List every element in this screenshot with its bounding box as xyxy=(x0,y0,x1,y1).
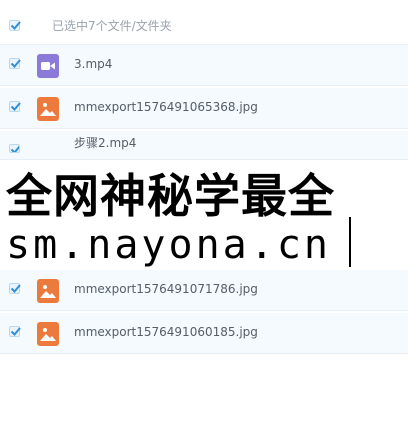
watermark-text-line1: 全网神秘学最全 xyxy=(6,169,335,223)
file-row[interactable]: 步骤2.mp4 xyxy=(0,131,408,160)
selection-count-label: 已选中7个文件/文件夹 xyxy=(52,19,172,33)
file-name[interactable]: 步骤2.mp4 xyxy=(74,134,136,151)
image-icon xyxy=(37,322,59,346)
file-name[interactable]: mmexport1576491071786.jpg xyxy=(74,282,258,296)
image-icon xyxy=(37,97,59,121)
row-checkbox[interactable] xyxy=(9,326,21,337)
row-checkbox[interactable] xyxy=(9,144,20,153)
image-icon xyxy=(37,279,59,303)
file-row[interactable]: 3.mp4 xyxy=(0,45,408,86)
check-icon xyxy=(10,102,21,111)
check-icon xyxy=(10,145,19,152)
check-icon xyxy=(10,21,21,30)
file-row[interactable]: mmexport1576491060185.jpg xyxy=(0,313,408,354)
file-row[interactable]: mmexport1576491065368.jpg xyxy=(0,88,408,129)
file-name[interactable]: 3.mp4 xyxy=(74,57,112,71)
check-icon xyxy=(10,284,21,293)
row-checkbox[interactable] xyxy=(9,283,21,294)
check-icon xyxy=(10,59,21,68)
file-name[interactable]: mmexport1576491060185.jpg xyxy=(74,325,258,339)
row-checkbox[interactable] xyxy=(9,58,21,69)
row-checkbox[interactable] xyxy=(9,101,21,112)
file-row[interactable]: mmexport1576491071786.jpg xyxy=(0,270,408,311)
watermark-banner: 全网神秘学最全 sm.nayona.cn xyxy=(0,160,408,270)
text-cursor xyxy=(349,217,351,267)
select-all-checkbox[interactable] xyxy=(9,20,21,31)
file-name[interactable]: mmexport1576491065368.jpg xyxy=(74,100,258,114)
selection-header: 已选中7个文件/文件夹 xyxy=(0,0,408,45)
check-icon xyxy=(10,327,21,336)
video-icon xyxy=(37,54,59,78)
watermark-text-line2: sm.nayona.cn xyxy=(6,222,331,268)
